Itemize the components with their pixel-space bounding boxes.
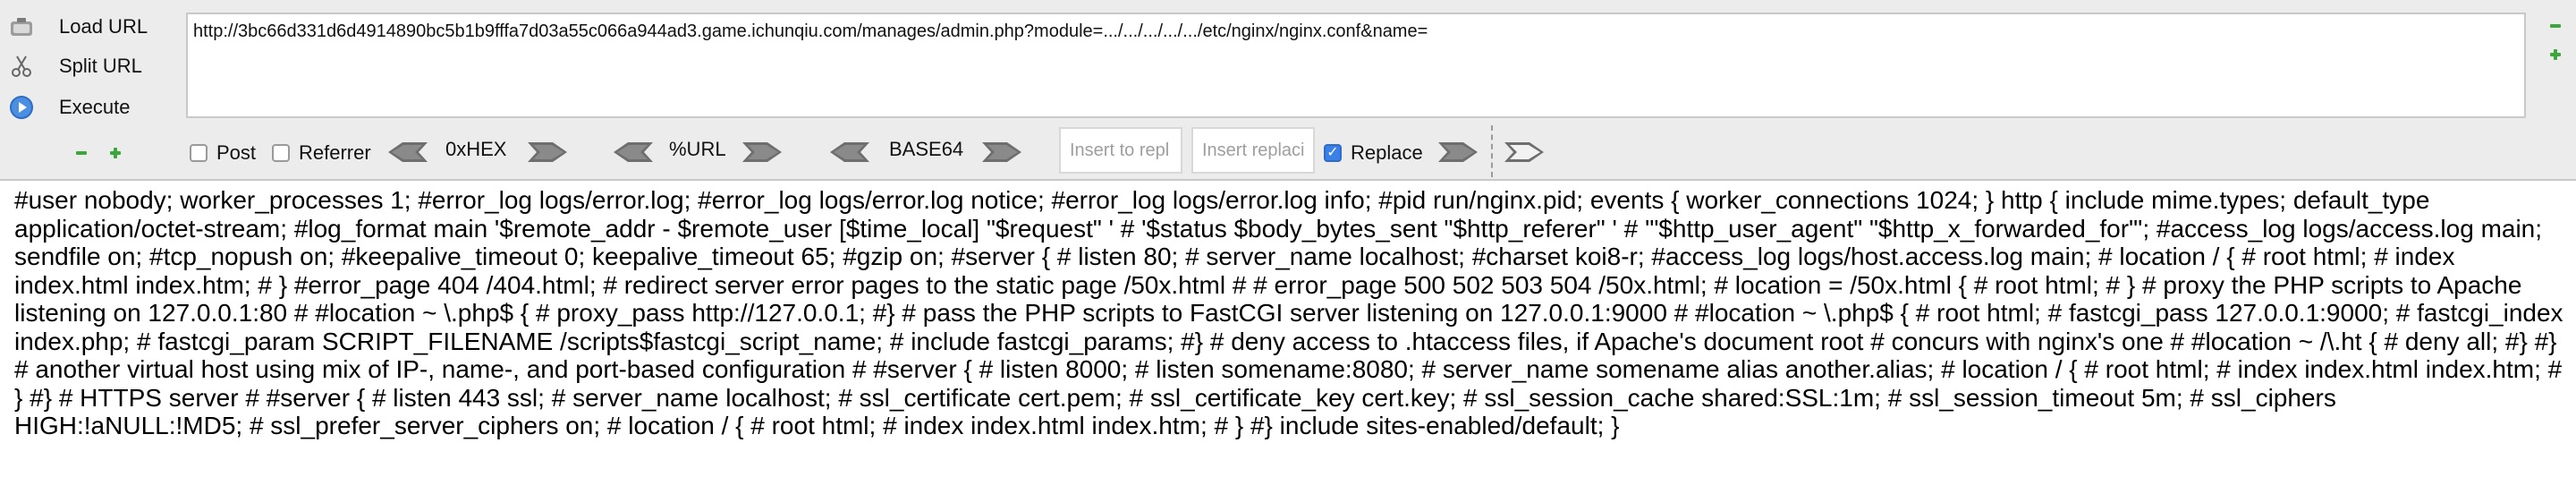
extra-arrow-icon[interactable] bbox=[1503, 140, 1546, 165]
execute-button[interactable]: Execute bbox=[0, 88, 179, 127]
plus-icon bbox=[2550, 49, 2561, 60]
load-url-button[interactable]: Load URL bbox=[0, 7, 179, 47]
replace-arrow-icon[interactable] bbox=[1436, 140, 1479, 165]
page-response-content: #user nobody; worker_processes 1; #error… bbox=[14, 186, 2569, 490]
url-encode-arrow-icon[interactable] bbox=[741, 140, 784, 165]
hex-decode-arrow-icon[interactable] bbox=[386, 140, 429, 165]
execute-icon bbox=[9, 95, 34, 120]
minus-icon bbox=[2550, 24, 2561, 28]
hex-label: 0xHEX bbox=[445, 138, 507, 160]
base64-label: BASE64 bbox=[889, 138, 964, 160]
url-value: http://3bc66d331d6d4914890bc5b1b9fffa7d0… bbox=[193, 21, 1428, 41]
insert-replacing-input[interactable] bbox=[1191, 127, 1315, 174]
minus-icon bbox=[76, 151, 87, 155]
hex-encode-arrow-icon[interactable] bbox=[526, 140, 569, 165]
split-url-icon bbox=[9, 54, 34, 79]
url-decode-arrow-icon[interactable] bbox=[612, 140, 655, 165]
post-option[interactable]: Post bbox=[190, 140, 256, 166]
replace-option[interactable]: ✓ Replace bbox=[1324, 140, 1423, 166]
insert-replace-input[interactable] bbox=[1059, 127, 1182, 174]
base64-decode-arrow-icon[interactable] bbox=[828, 140, 871, 165]
plus-icon bbox=[110, 148, 121, 158]
split-url-button[interactable]: Split URL bbox=[0, 47, 179, 86]
load-url-label: Load URL bbox=[59, 15, 148, 38]
split-url-label: Split URL bbox=[59, 55, 142, 77]
url-expand-button[interactable] bbox=[2546, 45, 2565, 64]
toolbar-divider bbox=[1491, 125, 1493, 177]
execute-label: Execute bbox=[59, 96, 131, 118]
post-checkbox[interactable] bbox=[190, 144, 208, 162]
replace-label: Replace bbox=[1351, 141, 1423, 164]
base64-encode-arrow-icon[interactable] bbox=[980, 140, 1023, 165]
url-encoding-label: %URL bbox=[669, 138, 726, 160]
zoom-in-button[interactable] bbox=[106, 143, 125, 163]
url-collapse-button[interactable] bbox=[2546, 16, 2565, 36]
response-text: #user nobody; worker_processes 1; #error… bbox=[14, 186, 2563, 439]
replace-checkbox[interactable]: ✓ bbox=[1324, 144, 1342, 162]
post-label: Post bbox=[216, 141, 257, 164]
hackbar-toolbar: Load URL Split URL Execute http://3bc66d… bbox=[0, 0, 2576, 181]
load-url-icon bbox=[9, 14, 34, 39]
referrer-label: Referrer bbox=[299, 141, 371, 164]
url-textarea[interactable]: http://3bc66d331d6d4914890bc5b1b9fffa7d0… bbox=[186, 13, 2526, 118]
referrer-option[interactable]: Referrer bbox=[272, 140, 371, 166]
zoom-out-button[interactable] bbox=[72, 143, 91, 163]
referrer-checkbox[interactable] bbox=[272, 144, 290, 162]
